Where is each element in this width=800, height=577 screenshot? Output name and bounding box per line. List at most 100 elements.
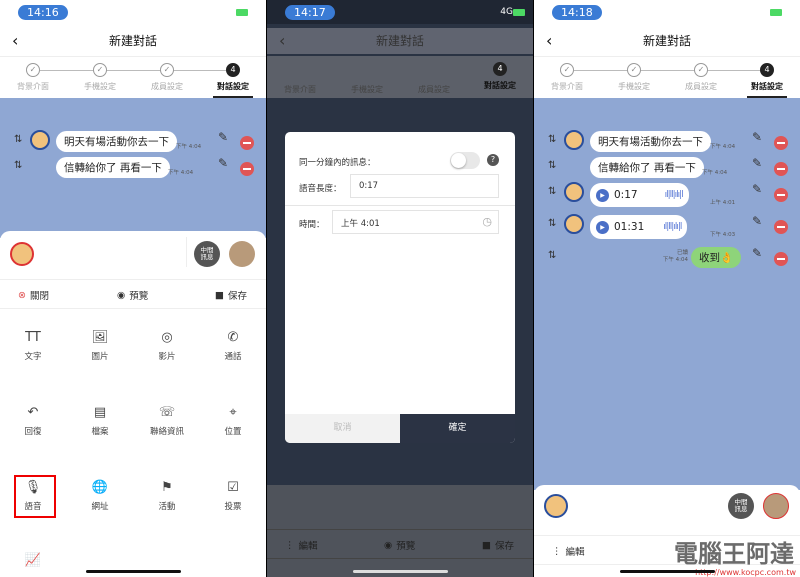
message-type-item[interactable]: ◎ 影片: [137, 330, 197, 362]
edit-icon[interactable]: ✎: [218, 156, 228, 170]
message-type-item[interactable]: ✆ 通話: [203, 330, 263, 362]
step-1[interactable]: 背景介面: [270, 62, 330, 95]
chart-icon: 📈: [24, 553, 42, 568]
message-type-item[interactable]: ☑ 投票: [203, 480, 263, 512]
message-time: 下午 4:04: [168, 170, 194, 176]
time-value: 上午 4:01: [341, 219, 380, 229]
reorder-icon[interactable]: ⇅: [548, 160, 556, 171]
step-3[interactable]: 成員設定: [404, 62, 464, 95]
message-type-item[interactable]: ▤ 檔案: [70, 405, 130, 437]
back-icon[interactable]: ‹: [279, 28, 285, 54]
text-icon: TT: [25, 330, 41, 345]
message-bubble-self[interactable]: 收到👌: [691, 247, 742, 268]
edit-icon[interactable]: ✎: [752, 156, 762, 170]
vote-icon: ☑: [227, 480, 239, 495]
confirm-button[interactable]: 確定: [400, 414, 515, 443]
delete-icon[interactable]: [240, 136, 254, 150]
message-type-item[interactable]: 🌐 網址: [70, 480, 130, 512]
delete-icon[interactable]: [774, 188, 788, 202]
event-icon: ⚑: [161, 480, 173, 495]
save-button[interactable]: ■ 保存: [215, 288, 247, 303]
sender-avatar-other[interactable]: [763, 493, 789, 519]
close-button[interactable]: ⊗ 關閉: [18, 288, 49, 303]
step-2[interactable]: ✓ 手機設定: [70, 63, 130, 92]
save-button[interactable]: ■ 保存: [482, 538, 514, 553]
message-type-item[interactable]: ⚑ 活動: [137, 480, 197, 512]
delete-icon[interactable]: [774, 220, 788, 234]
sender-avatar-other[interactable]: [229, 241, 255, 267]
play-icon[interactable]: ▶: [596, 188, 609, 202]
reorder-icon[interactable]: ⇅: [548, 134, 556, 145]
back-icon[interactable]: ‹: [12, 28, 18, 54]
message-type-item[interactable]: 🖼 圖片: [70, 330, 130, 362]
step-1[interactable]: ✓ 背景介面: [3, 63, 63, 92]
edit-icon[interactable]: ✎: [752, 130, 762, 144]
highlight-box: [14, 475, 56, 518]
middle-message-button[interactable]: 中間 訊息: [728, 493, 754, 519]
contact-icon: ☏: [158, 405, 176, 420]
edit-icon[interactable]: ✎: [752, 214, 762, 228]
voice-bubble[interactable]: ▶ 01:31 ıl|ll|ılı|l: [590, 215, 688, 239]
page-title: 新建對話: [375, 34, 424, 48]
sender-avatar-self[interactable]: [544, 494, 568, 518]
reorder-icon[interactable]: ⇅: [548, 218, 556, 229]
time-input[interactable]: 上午 4:01 ◷: [332, 210, 499, 234]
reorder-icon[interactable]: ⇅: [14, 134, 22, 145]
delete-icon[interactable]: [240, 162, 254, 176]
message-bubble[interactable]: 明天有場活動你去一下: [590, 131, 711, 152]
step-2[interactable]: ✓ 手機設定: [604, 63, 664, 92]
back-icon[interactable]: ‹: [546, 28, 552, 54]
nav-header: ‹ 新建對話: [267, 28, 533, 54]
message-bubble[interactable]: 信轉給你了 再看一下: [590, 157, 704, 178]
message-bubble[interactable]: 信轉給你了 再看一下: [56, 157, 170, 178]
delete-icon[interactable]: [774, 252, 788, 266]
duration-input[interactable]: 0:17: [350, 174, 499, 198]
step-2[interactable]: 手機設定: [337, 62, 397, 95]
edit-button[interactable]: ⋮ 編輯: [285, 538, 318, 553]
delete-icon[interactable]: [774, 162, 788, 176]
image-icon: 🖼: [91, 330, 109, 345]
help-icon[interactable]: ?: [487, 154, 499, 166]
voice-bubble[interactable]: ▶ 0:17 ıl|ll|ılı|l: [590, 183, 689, 207]
same-minute-toggle[interactable]: [450, 152, 480, 169]
cancel-button[interactable]: 取消: [285, 414, 400, 443]
message-time: 下午 4:04: [710, 144, 736, 150]
voice-message-row: ⇅ ▶ 0:17 ıl|ll|ılı|l 上午 4:01 ✎: [534, 182, 800, 207]
message-type-label: 影片: [158, 352, 176, 362]
message-type-item[interactable]: TT 文字: [3, 330, 63, 362]
step-4[interactable]: 4 對話設定: [203, 63, 263, 92]
play-icon[interactable]: ▶: [596, 220, 609, 234]
phone-screen-1: 14:16 ‹ 新建對話 ✓ 背景介面 ✓ 手機設定 ✓ 成員設定 4 對話設定 ⇅ 明天有…: [0, 0, 266, 577]
middle-message-button[interactable]: 中間 訊息: [194, 241, 220, 267]
same-minute-label: 同一分鐘內的訊息：: [299, 158, 376, 168]
message-type-sheet: 中間 訊息 ⊗ 關閉 ◉ 預覽 ■ 保存: [0, 231, 266, 577]
message-type-item[interactable]: ↶ 回復: [3, 405, 63, 437]
time-label: 時間：: [299, 220, 325, 230]
reorder-icon[interactable]: ⇅: [548, 186, 556, 197]
chat-area: ⇅ 明天有場活動你去一下 下午 4:04 ✎ ⇅ 信轉給你了 再看一下 下午 4:04 ✎: [0, 98, 266, 238]
reorder-icon[interactable]: ⇅: [548, 250, 556, 261]
waveform-icon: ıl|ll|ılı|l: [664, 190, 684, 200]
preview-button[interactable]: ◉ 預覽: [117, 288, 148, 303]
message-type-item[interactable]: ⌖ 位置: [203, 405, 263, 437]
message-bubble[interactable]: 明天有場活動你去一下: [56, 131, 177, 152]
step-3[interactable]: ✓ 成員設定: [671, 63, 731, 92]
step-1[interactable]: ✓ 背景介面: [537, 63, 597, 92]
check-icon: ✓: [160, 63, 174, 77]
delete-icon[interactable]: [774, 136, 788, 150]
edit-button[interactable]: ⋮ 編輯: [552, 544, 585, 559]
edit-icon[interactable]: ✎: [752, 182, 762, 196]
message-type-label: 檔案: [91, 427, 109, 437]
sender-avatar-self[interactable]: [10, 242, 34, 266]
message-type-item[interactable]: ☏ 聯絡資訊: [137, 405, 197, 437]
edit-icon[interactable]: ✎: [218, 130, 228, 144]
reorder-icon[interactable]: ⇅: [14, 160, 22, 171]
step-4[interactable]: 4 對話設定: [737, 63, 797, 92]
step-4[interactable]: 4 對話設定: [470, 62, 530, 91]
save-icon: ■: [482, 539, 491, 551]
message-type-more[interactable]: 📈: [3, 553, 63, 573]
edit-icon[interactable]: ✎: [752, 246, 762, 260]
step-3[interactable]: ✓ 成員設定: [137, 63, 197, 92]
message-type-label: 文字: [24, 352, 42, 362]
preview-button[interactable]: ◉ 預覽: [384, 538, 415, 553]
